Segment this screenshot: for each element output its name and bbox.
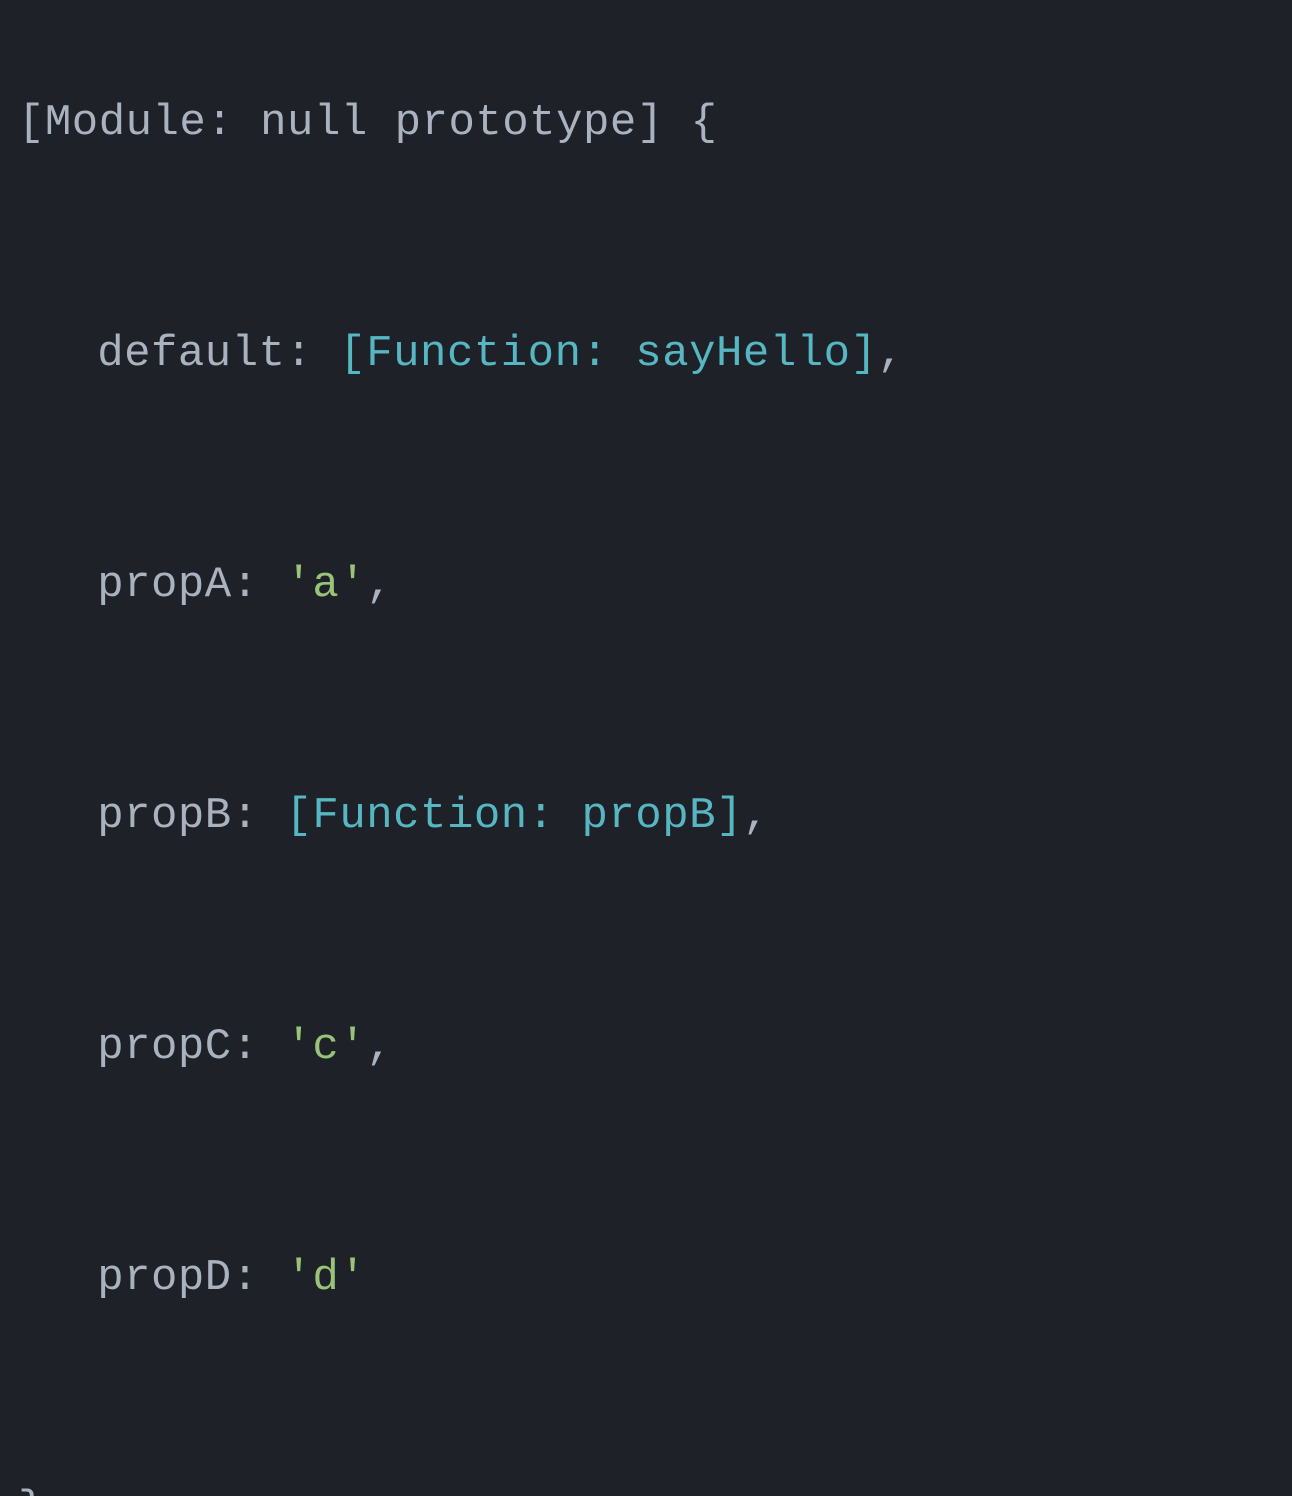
object-entry: default: [Function: sayHello], xyxy=(97,331,1274,377)
console-output: [Module: null prototype] { default: [Fun… xyxy=(18,8,1274,1496)
object-header: [Module: null prototype] { xyxy=(18,100,1274,146)
colon: : xyxy=(232,1022,286,1072)
property-key: propC xyxy=(97,1022,232,1072)
object-tag: [Module: null prototype] { xyxy=(18,98,718,148)
object-entry: propC: 'c', xyxy=(97,1024,1274,1070)
property-value-string: 'c' xyxy=(286,1022,367,1072)
comma: , xyxy=(366,1022,393,1072)
comma: , xyxy=(743,791,770,841)
property-value-string: 'a' xyxy=(286,560,367,610)
property-key: default xyxy=(97,329,285,379)
property-value-function: [Function: propB] xyxy=(286,791,743,841)
property-key: propD xyxy=(97,1253,232,1303)
comma: , xyxy=(877,329,904,379)
object-entry: propA: 'a', xyxy=(97,562,1274,608)
property-key: propB xyxy=(97,791,232,841)
colon: : xyxy=(232,1253,286,1303)
property-key: propA xyxy=(97,560,232,610)
closing-brace: } xyxy=(18,1484,45,1496)
colon: : xyxy=(286,329,340,379)
colon: : xyxy=(232,791,286,841)
colon: : xyxy=(232,560,286,610)
property-value-string: 'd' xyxy=(286,1253,367,1303)
object-entry: propD: 'd' xyxy=(97,1255,1274,1301)
object-entry: propB: [Function: propB], xyxy=(97,793,1274,839)
comma: , xyxy=(366,560,393,610)
object-footer: } xyxy=(18,1486,1274,1496)
property-value-function: [Function: sayHello] xyxy=(339,329,877,379)
